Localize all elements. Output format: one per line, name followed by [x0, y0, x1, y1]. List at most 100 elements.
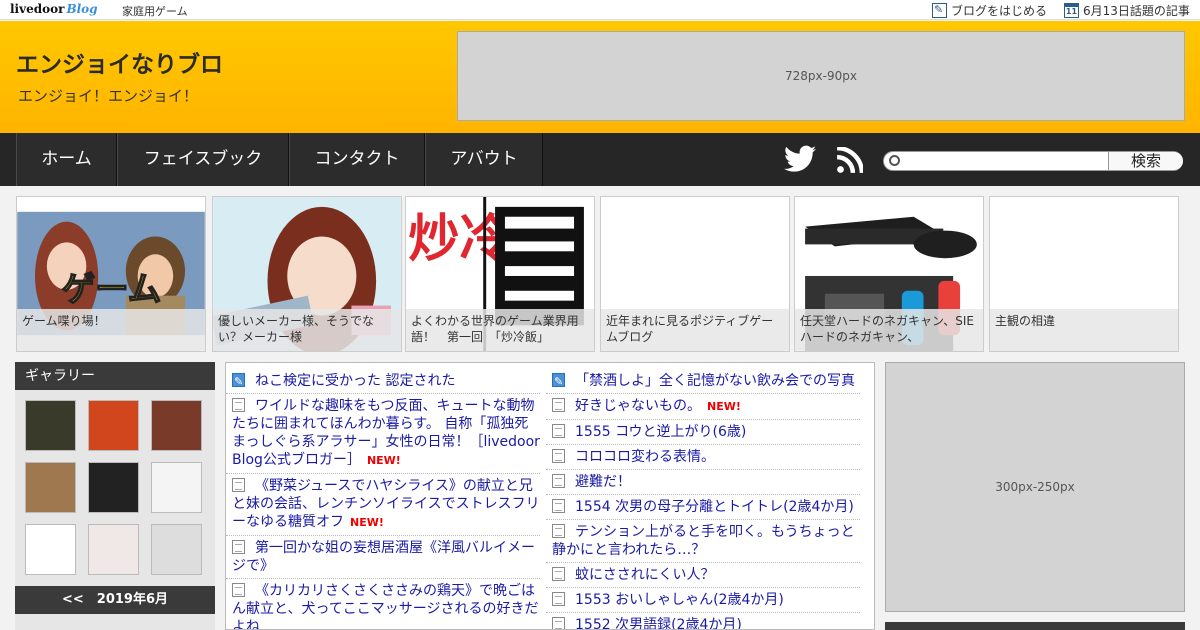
entry-title[interactable]: 1555 コウと逆上がり(6歳)	[575, 424, 746, 440]
gallery-thumb[interactable]	[25, 524, 76, 575]
new-badge: NEW!	[707, 400, 741, 413]
thumbnail-card[interactable]: ゲーム ゲーム喋り場！	[16, 196, 206, 352]
thumbnail-card[interactable]: 近年まれに見るポジティブゲームブログ	[600, 196, 790, 352]
entry-title[interactable]: 「禁酒しよ」全く記憶がない飲み会での写真	[575, 373, 855, 389]
list-item[interactable]: ねこ検定に受かった 認定された	[226, 369, 540, 394]
sidebar-section-header	[885, 622, 1185, 630]
thumb-overlay-game: ゲーム	[62, 270, 162, 309]
list-item[interactable]: 第一回かな姐の妄想居酒屋《洋風バルイメージで》	[226, 536, 540, 579]
document-icon	[552, 449, 565, 463]
thumbnail-card[interactable]: 任天堂ハードのネガキャン、SIEハードのネガキャン、	[794, 196, 984, 352]
new-badge: NEW!	[350, 516, 384, 529]
sidebar-ad-label: 300px-250px	[995, 480, 1075, 494]
thumbnail-card[interactable]: 優しいメーカー様、そうでない？メーカー様	[212, 196, 402, 352]
list-item[interactable]: 1552 次男語録(2歳4か月)	[546, 613, 860, 629]
site-header: エンジョイなりブロ エンジョイ！エンジョイ！ 728px-90px	[0, 21, 1200, 133]
thumbnail-caption: 主観の相違	[990, 309, 1178, 351]
thumbnail-caption: ゲーム喋り場！	[17, 309, 205, 351]
document-icon	[552, 567, 565, 581]
entry-title[interactable]: 第一回かな姐の妄想居酒屋《洋風バルイメージで》	[232, 540, 535, 574]
document-icon	[552, 424, 565, 438]
photo-entry-icon	[552, 373, 565, 391]
gallery-thumb[interactable]	[151, 524, 202, 575]
thumbnail-caption: よくわかる世界のゲーム業界用語！ 第一回 「炒冷飯」	[406, 309, 594, 351]
entry-title[interactable]: 1552 次男語録(2歳4か月)	[575, 617, 742, 629]
entry-title[interactable]: 1553 おいしゃしゃん(2歳4か月)	[575, 592, 784, 608]
entry-column-left: ねこ検定に受かった 認定されたワイルドな趣味をもつ反面、キュートな動物たちに囲ま…	[226, 369, 540, 629]
calendar-month-nav[interactable]: << 2019年6月	[15, 586, 215, 614]
document-icon	[232, 478, 245, 492]
nav-contact[interactable]: コンタクト	[289, 133, 425, 186]
gallery-thumb[interactable]	[88, 400, 139, 451]
list-item[interactable]: ワイルドな趣味をもつ反面、キュートな動物たちに囲まれてほんわか暮らす。 自称「孤…	[226, 394, 540, 474]
rss-icon[interactable]	[836, 147, 863, 174]
gallery-panel: ギャラリー << 2019年6月	[15, 362, 215, 630]
nav-home[interactable]: ホーム	[16, 133, 117, 186]
thumbnail-caption: 近年まれに見るポジティブゲームブログ	[601, 309, 789, 351]
sidebar-ad[interactable]: 300px-250px	[885, 362, 1185, 612]
thumbnail-caption: 優しいメーカー様、そうでない？メーカー様	[213, 309, 401, 351]
search-button[interactable]: 検索	[1108, 152, 1183, 170]
list-item[interactable]: テンション上がると手を叩く。もうちょっと静かにと言われたら…？	[546, 520, 860, 563]
search-input[interactable]	[904, 153, 1104, 169]
list-item[interactable]: 《野菜ジュースでハヤシライス》の献立と兄と妹の会話、レンチンソイライスでストレス…	[226, 474, 540, 536]
entry-title[interactable]: コロコロ変わる表情。	[575, 449, 715, 465]
list-item[interactable]: 「禁酒しよ」全く記憶がない飲み会での写真	[546, 369, 860, 394]
search-box: 検索	[883, 151, 1183, 171]
blog-entry-list: ねこ検定に受かった 認定されたワイルドな趣味をもつ反面、キュートな動物たちに囲ま…	[225, 362, 875, 630]
category-link[interactable]: 家庭用ゲーム	[122, 3, 188, 19]
entry-title[interactable]: 蚊にさされにくい人？	[575, 567, 714, 583]
logo-blog: Blog	[66, 2, 98, 16]
list-item[interactable]: コロコロ変わる表情。	[546, 445, 860, 470]
search-icon	[889, 155, 900, 166]
livedoor-blog-logo[interactable]: livedoor Blog	[10, 2, 98, 16]
document-icon	[552, 398, 565, 412]
document-icon	[552, 499, 565, 513]
gallery-thumb[interactable]	[25, 462, 76, 513]
start-blog-label: ブログをはじめる	[951, 4, 1048, 18]
list-item[interactable]: 《カリカリさくさくささみの鶏天》で晩ごはん献立と、犬ってここマッサージされるの好…	[226, 579, 540, 629]
photo-entry-icon	[232, 373, 245, 391]
calendar-icon: 11	[1064, 3, 1079, 18]
nav-facebook[interactable]: フェイスブック	[117, 133, 289, 186]
banner-ad[interactable]: 728px-90px	[457, 31, 1185, 121]
document-icon	[552, 474, 565, 488]
document-icon	[232, 583, 245, 597]
banner-ad-label: 728px-90px	[785, 69, 857, 83]
list-item[interactable]: 1555 コウと逆上がり(6歳)	[546, 420, 860, 445]
thumbnail-card[interactable]: 炒冷 よくわかる世界のゲーム業界用語！ 第一回 「炒冷飯」	[405, 196, 595, 352]
entry-title[interactable]: 《野菜ジュースでハヤシライス》の献立と兄と妹の会話、レンチンソイライスでストレス…	[232, 478, 540, 530]
list-item[interactable]: 好きじゃないもの。 NEW!	[546, 394, 860, 420]
gallery-thumb[interactable]	[88, 462, 139, 513]
document-icon	[552, 617, 565, 629]
gallery-thumb[interactable]	[151, 462, 202, 513]
site-subtitle: エンジョイ！エンジョイ！	[18, 87, 199, 105]
list-item[interactable]: 1554 次男の母子分離とトイトレ(2歳4か月)	[546, 495, 860, 520]
twitter-icon[interactable]	[784, 145, 816, 173]
list-item[interactable]: 1553 おいしゃしゃん(2歳4か月)	[546, 588, 860, 613]
trending-label: 6月13日話題の記事	[1083, 4, 1190, 18]
entry-title[interactable]: 《カリカリさくさくささみの鶏天》で晩ごはん献立と、犬ってここマッサージされるの好…	[232, 583, 538, 629]
entry-title[interactable]: テンション上がると手を叩く。もうちょっと静かにと言われたら…？	[552, 524, 855, 558]
pen-icon	[932, 3, 947, 18]
gallery-thumb[interactable]	[25, 400, 76, 451]
document-icon	[232, 398, 245, 412]
thumbnail-card[interactable]: 主観の相違	[989, 196, 1179, 352]
entry-title[interactable]: 1554 次男の母子分離とトイトレ(2歳4か月)	[575, 499, 854, 515]
entry-title[interactable]: 避難だ！	[575, 474, 631, 490]
thumbnail-caption: 任天堂ハードのネガキャン、SIEハードのネガキャン、	[795, 309, 983, 351]
entry-title[interactable]: ねこ検定に受かった 認定された	[255, 373, 455, 389]
start-blog-link[interactable]: ブログをはじめる	[932, 2, 1047, 19]
gallery-thumb[interactable]	[151, 400, 202, 451]
trending-link[interactable]: 11 6月13日話題の記事	[1064, 2, 1190, 19]
nav-about[interactable]: アバウト	[425, 133, 543, 186]
logo-main: livedoor	[10, 2, 65, 16]
entry-title[interactable]: 好きじゃないもの。	[575, 398, 701, 414]
list-item[interactable]: 蚊にさされにくい人？	[546, 563, 860, 588]
top-bar: livedoorBlog 家庭用ゲーム ブログをはじめる 11 6月13日話題の…	[0, 0, 1200, 20]
document-icon	[552, 524, 565, 538]
document-icon	[232, 540, 245, 554]
gallery-thumb[interactable]	[88, 524, 139, 575]
list-item[interactable]: 避難だ！	[546, 470, 860, 495]
site-title[interactable]: エンジョイなりブロ	[16, 45, 223, 79]
